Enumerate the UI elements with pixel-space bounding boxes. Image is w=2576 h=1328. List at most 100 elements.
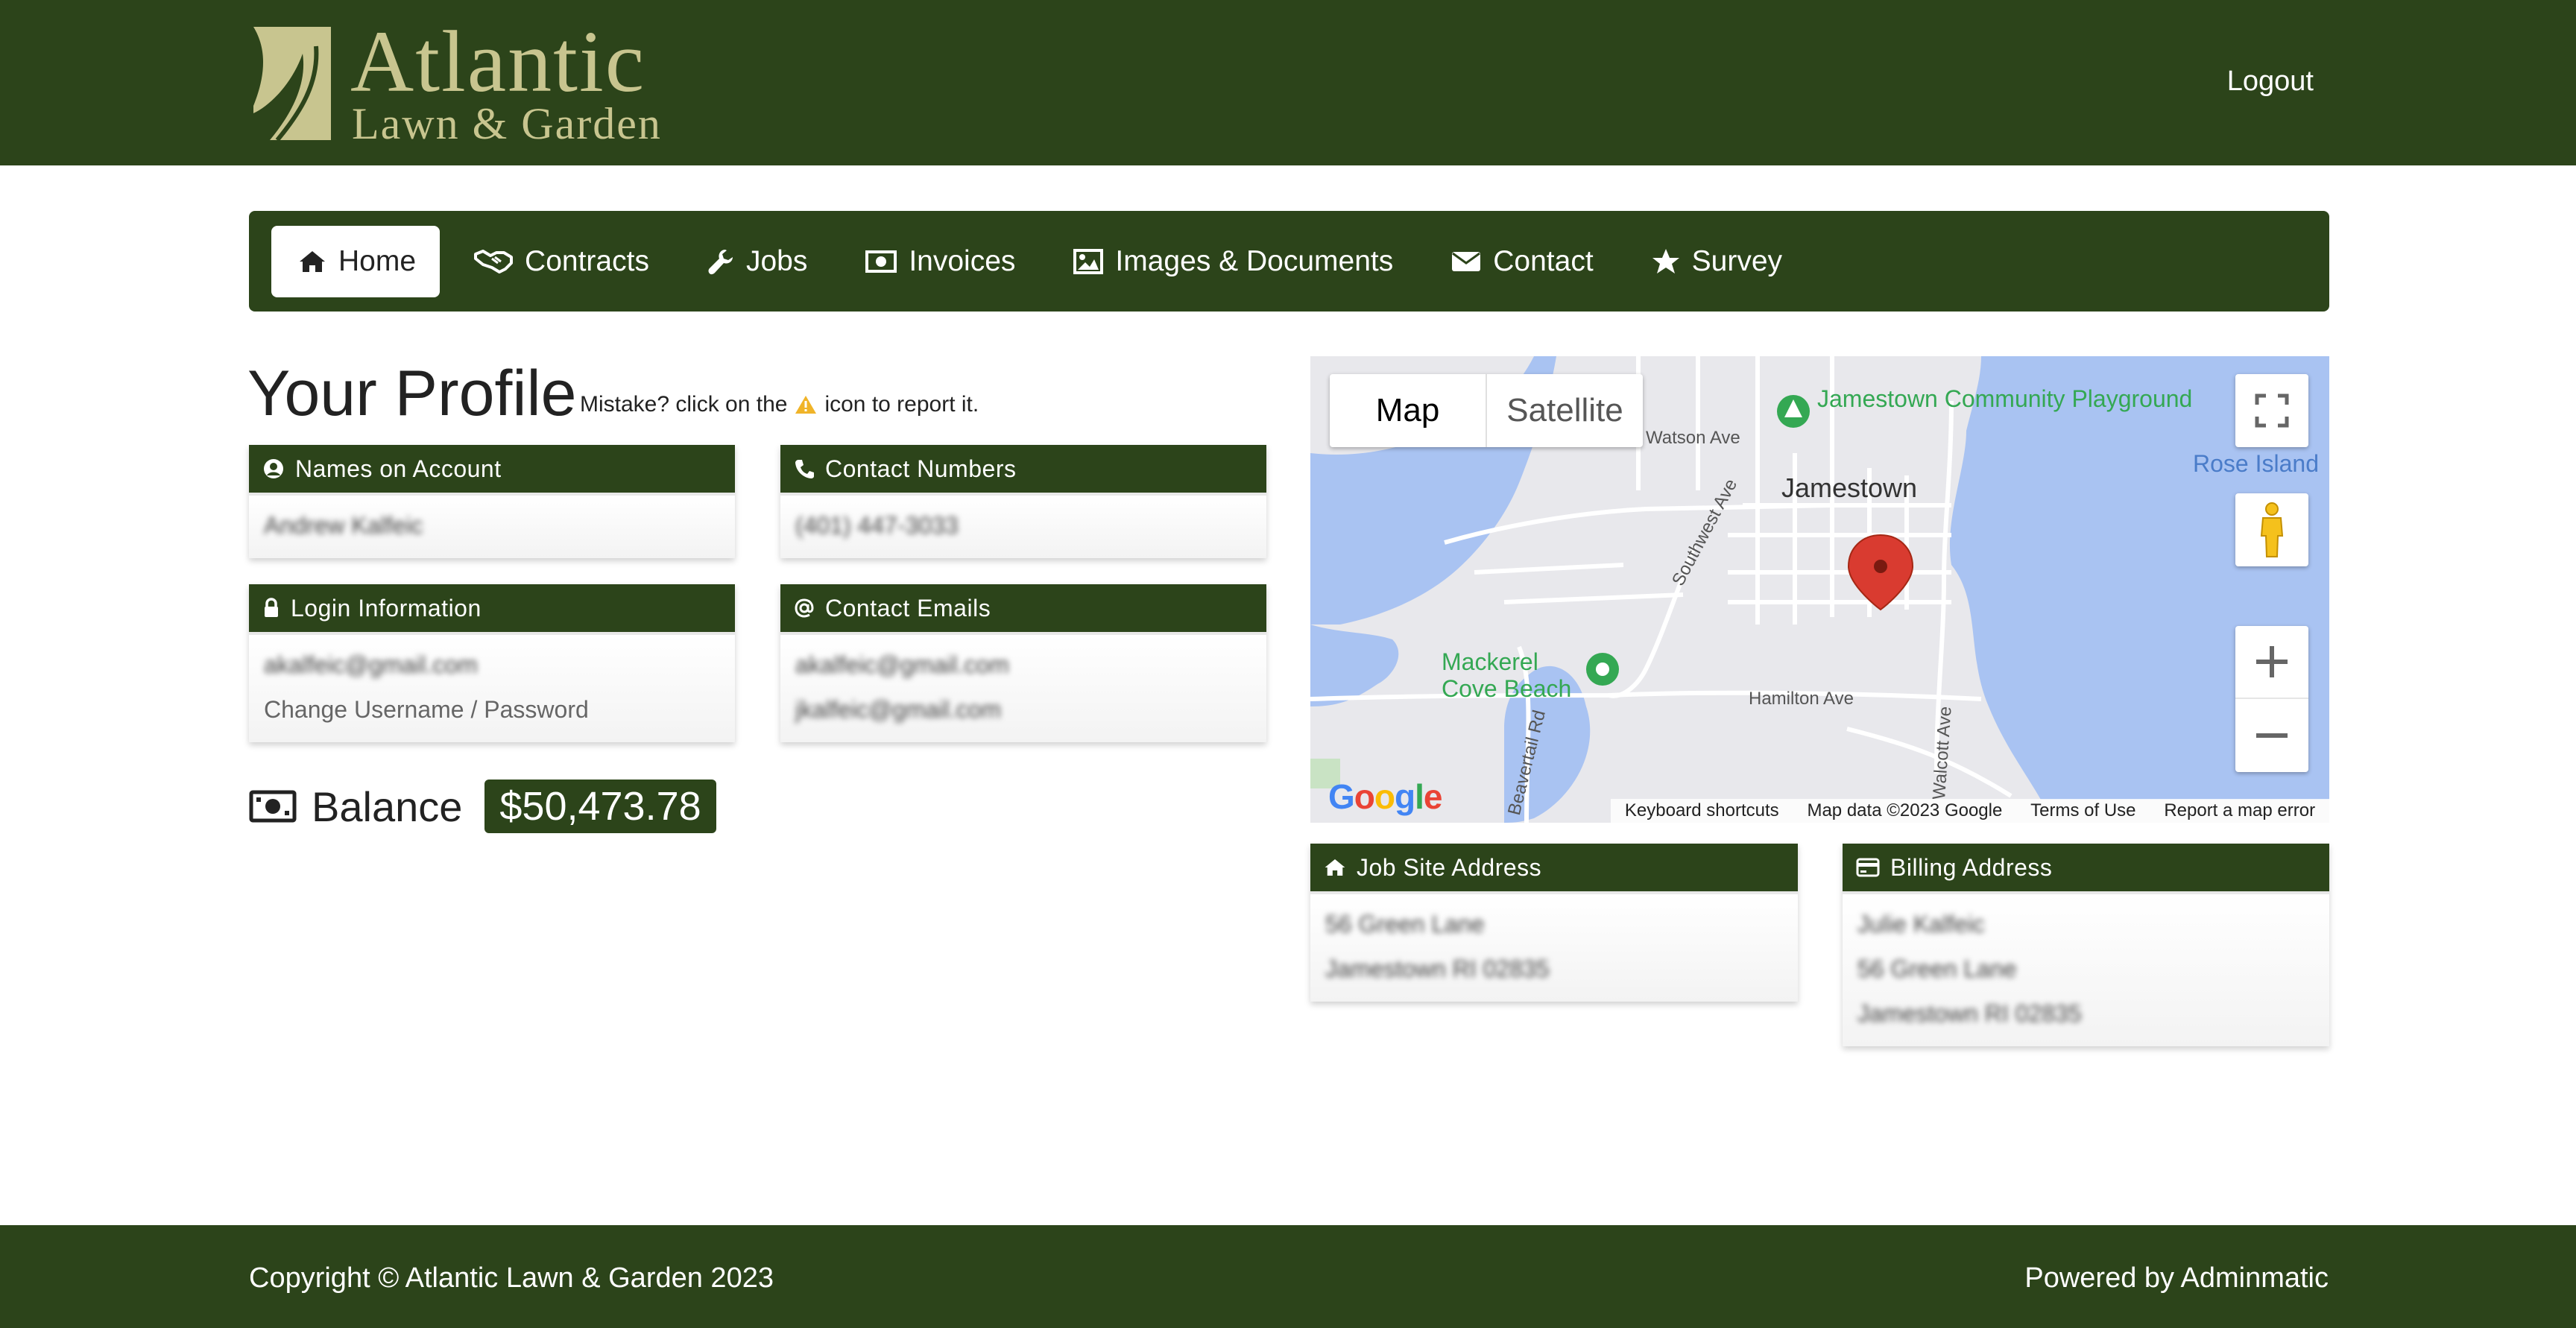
map-type-satellite-button[interactable]: Satellite (1487, 374, 1643, 447)
login-card-body: akalfeic@gmail.com Change Username / Pas… (249, 632, 735, 742)
jobsite-street: 56 Green Lane (1325, 911, 1485, 937)
names-card-header: Names on Account (249, 445, 735, 493)
balance-label: Balance (312, 782, 463, 830)
emails-card: Contact Emails akalfeic@gmail.com jkalfe… (780, 584, 1266, 742)
zoom-control (2235, 626, 2308, 772)
google-logo[interactable]: Google (1328, 777, 1442, 817)
jobsite-card-body: 56 Green Lane Jamestown RI 02835 (1310, 891, 1798, 1002)
nav-survey[interactable]: Survey (1628, 226, 1806, 297)
top-bar: Atlantic Lawn & Garden Logout (0, 0, 2576, 165)
names-card-body: Andrew Kalfeic (249, 493, 735, 558)
emails-card-header: Contact Emails (780, 584, 1266, 632)
mistake-hint-suffix: icon to report it. (824, 392, 979, 417)
user-circle-icon (264, 459, 283, 478)
location-map[interactable]: Jamestown Community Playground Watson Av… (1310, 356, 2329, 823)
names-card: Names on Account Andrew Kalfeic (249, 445, 735, 558)
mistake-hint: Mistake? click on the icon to report it. (580, 392, 979, 417)
map-label-mackerel: Mackerel Cove Beach (1442, 648, 1572, 702)
numbers-card-title: Contact Numbers (825, 455, 1017, 482)
street-view-button[interactable] (2235, 493, 2308, 566)
map-type-map-button[interactable]: Map (1330, 374, 1487, 447)
phone-icon (795, 460, 814, 478)
nav-images-label: Images & Documents (1115, 244, 1394, 277)
terms-of-use-link[interactable]: Terms of Use (2030, 800, 2135, 821)
home-icon (300, 250, 325, 272)
numbers-card-body: (401) 447-3033 (780, 493, 1266, 558)
page-footer: Copyright © Atlantic Lawn & Garden 2023 … (0, 1225, 2576, 1328)
handshake-icon (474, 249, 514, 273)
report-map-error-link[interactable]: Report a map error (2164, 800, 2315, 821)
money-icon (249, 790, 297, 823)
nav-home-label: Home (338, 244, 417, 277)
map-type-control: Map Satellite (1330, 374, 1643, 447)
logo-title: Atlantic (350, 13, 646, 110)
nav-contact[interactable]: Contact (1427, 226, 1617, 297)
billing-city: Jamestown RI 02835 (1857, 1000, 2082, 1027)
logout-link[interactable]: Logout (2227, 66, 2314, 98)
balance-row: Balance $50,473.78 (249, 778, 716, 835)
nav-contracts[interactable]: Contracts (450, 226, 673, 297)
logo-subtitle: Lawn & Garden (352, 99, 662, 148)
page-title: Your Profile (247, 358, 577, 429)
balance-amount: $50,473.78 (484, 780, 716, 833)
mistake-hint-prefix: Mistake? click on the (580, 392, 788, 417)
nav-invoices[interactable]: Invoices (842, 226, 1039, 297)
billing-card: Billing Address Julie Kalfeic 56 Green L… (1843, 844, 2329, 1046)
change-credentials-link[interactable]: Change Username / Password (264, 687, 720, 732)
fullscreen-button[interactable] (2235, 374, 2308, 447)
map-label-hamilton: Hamilton Ave (1749, 689, 1854, 709)
nav-images-documents[interactable]: Images & Documents (1049, 226, 1417, 297)
nav-survey-label: Survey (1691, 244, 1783, 277)
nav-contact-label: Contact (1493, 244, 1594, 277)
keyboard-shortcuts-link[interactable]: Keyboard shortcuts (1625, 800, 1779, 821)
map-attribution: Keyboard shortcuts Map data ©2023 Google… (1611, 799, 2329, 823)
zoom-out-button[interactable] (2235, 699, 2308, 772)
pegman-icon (2260, 502, 2284, 557)
map-label-watson: Watson Ave (1646, 428, 1740, 448)
powered-by-text[interactable]: Powered by Adminmatic (2024, 1262, 2329, 1294)
fullscreen-icon (2255, 393, 2289, 428)
jobsite-card: Job Site Address 56 Green Lane Jamestown… (1310, 844, 1798, 1002)
login-card-header: Login Information (249, 584, 735, 632)
jobsite-city: Jamestown RI 02835 (1325, 955, 1550, 982)
nav-contracts-label: Contracts (525, 244, 649, 277)
nav-jobs[interactable]: Jobs (684, 226, 831, 297)
nav-invoices-label: Invoices (909, 244, 1016, 277)
jobsite-card-title: Job Site Address (1357, 853, 1542, 881)
login-username: akalfeic@gmail.com (264, 651, 478, 678)
jobsite-card-header: Job Site Address (1310, 844, 1798, 891)
contact-number: (401) 447-3033 (795, 512, 959, 539)
main-nav: Home Contracts Jobs Invoices Images & Do… (249, 211, 2329, 312)
zoom-in-button[interactable] (2235, 626, 2308, 699)
billing-card-body: Julie Kalfeic 56 Green Lane Jamestown RI… (1843, 891, 2329, 1046)
billing-name: Julie Kalfeic (1857, 911, 1985, 937)
map-data-attribution: Map data ©2023 Google (1807, 800, 2003, 820)
map-label-jamestown: Jamestown (1781, 472, 1918, 503)
nav-home[interactable]: Home (271, 225, 441, 297)
minus-icon (2256, 733, 2288, 738)
plus-icon (2256, 646, 2288, 677)
login-card-title: Login Information (291, 594, 482, 622)
names-card-title: Names on Account (295, 455, 502, 482)
lock-icon (265, 598, 278, 617)
copyright-text: Copyright © Atlantic Lawn & Garden 2023 (249, 1262, 774, 1294)
billing-street: 56 Green Lane (1857, 955, 2017, 982)
map-label-rose-island: Rose Island (2193, 450, 2319, 477)
emails-card-title: Contact Emails (825, 594, 991, 622)
home-icon (1325, 859, 1345, 876)
leaf-logo-icon (253, 27, 331, 142)
envelope-icon (1452, 251, 1481, 271)
login-card: Login Information akalfeic@gmail.com Cha… (249, 584, 735, 742)
at-sign-icon (795, 598, 814, 618)
company-logo[interactable]: Atlantic Lawn & Garden (247, 13, 702, 148)
credit-card-icon (1856, 858, 1880, 877)
contact-email-1: akalfeic@gmail.com (795, 651, 1009, 678)
warning-icon (795, 396, 817, 414)
money-icon (865, 250, 897, 273)
map-label-playground: Jamestown Community Playground (1817, 385, 2193, 412)
emails-card-body: akalfeic@gmail.com jkalfeic@gmail.com (780, 632, 1266, 742)
numbers-card: Contact Numbers (401) 447-3033 (780, 445, 1266, 558)
contact-email-2: jkalfeic@gmail.com (795, 696, 1002, 723)
star-icon (1652, 248, 1679, 273)
image-icon (1073, 248, 1104, 274)
